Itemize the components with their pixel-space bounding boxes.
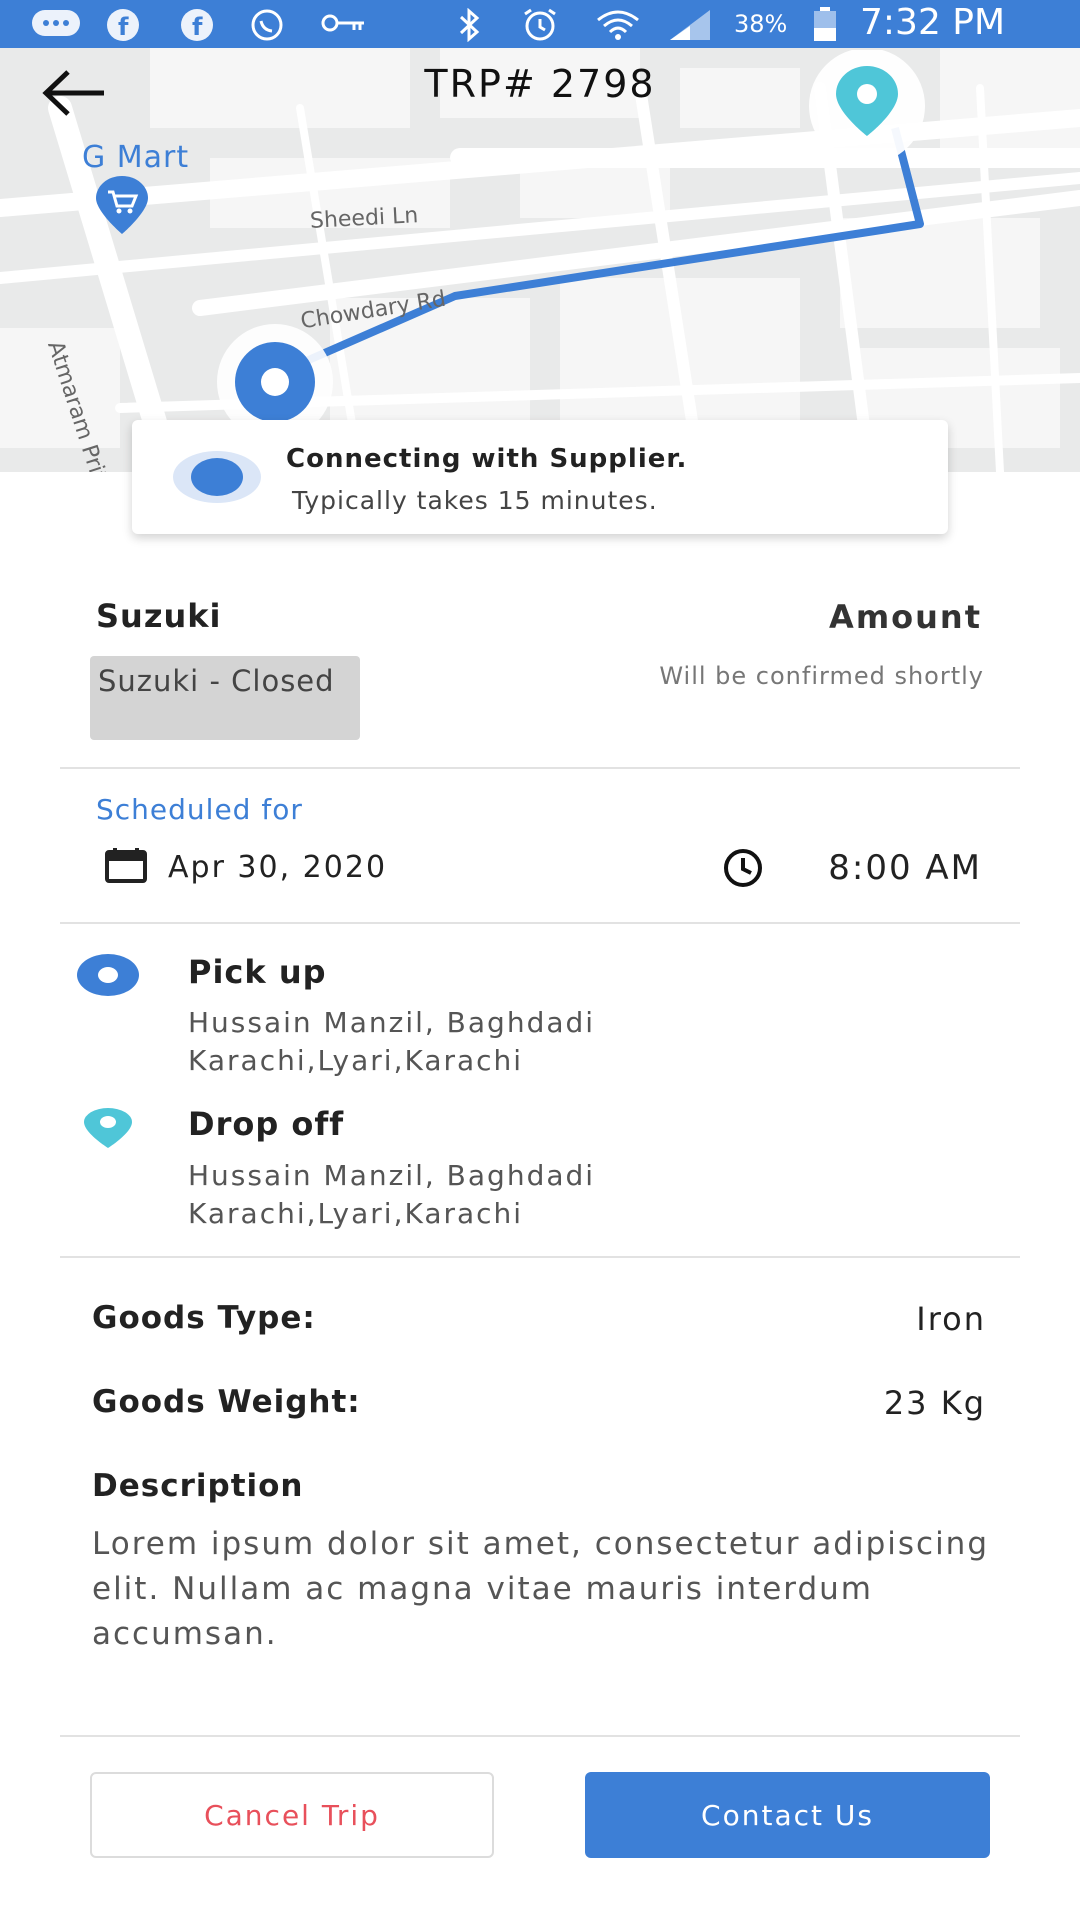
description-text: Lorem ipsum dolor sit amet, consectetur … — [92, 1526, 990, 1652]
pickup-address: Hussain Manzil, Baghdadi Karachi,Lyari,K… — [188, 1006, 596, 1077]
battery-icon — [814, 7, 836, 41]
wifi-icon — [597, 10, 639, 40]
facebook-icon: f — [181, 9, 213, 41]
cancel-trip-button[interactable]: Cancel Trip — [90, 1772, 494, 1858]
divider — [60, 922, 1020, 924]
goods-weight-label: Goods Weight: — [92, 1384, 361, 1420]
goods-type-label: Goods Type: — [92, 1300, 316, 1336]
battery-percent: 38% — [734, 10, 788, 38]
scheduled-label: Scheduled for — [96, 793, 303, 826]
scheduled-date: Apr 30, 2020 — [168, 850, 388, 885]
divider — [60, 1735, 1020, 1737]
pickup-point-icon — [77, 954, 139, 996]
facebook-icon: f — [107, 9, 139, 41]
goods-type-value: Iron — [916, 1300, 986, 1338]
status-bar: f f 38% 7:32 PM — [0, 0, 1080, 48]
connecting-card: Connecting with Supplier. Typically take… — [132, 420, 948, 534]
amount-label: Amount — [829, 598, 982, 636]
whatsapp-icon — [251, 9, 283, 41]
key-icon — [321, 14, 364, 32]
calendar-icon — [105, 848, 147, 883]
svg-text:f: f — [118, 13, 129, 41]
scheduled-time: 8:00 AM — [828, 848, 982, 888]
trip-title: TRP# 2798 — [424, 62, 656, 106]
vehicle-name: Suzuki — [96, 597, 222, 635]
clock: 7:32 PM — [860, 2, 1006, 43]
contact-us-button[interactable]: Contact Us — [585, 1772, 990, 1858]
messages-icon — [32, 10, 80, 36]
goods-weight-value: 23 Kg — [883, 1384, 986, 1422]
shopping-cart-pin-icon[interactable] — [92, 176, 152, 238]
svg-text:f: f — [192, 13, 203, 41]
amount-note: Will be confirmed shortly — [659, 662, 984, 690]
pickup-label: Pick up — [188, 953, 327, 991]
divider — [60, 767, 1020, 769]
connecting-title: Connecting with Supplier. — [286, 444, 688, 474]
description-label: Description — [92, 1468, 304, 1504]
alarm-icon — [524, 8, 556, 41]
vehicle-badge: Suzuki - Closed — [90, 656, 360, 740]
bluetooth-icon — [459, 8, 480, 42]
connecting-subtitle: Typically takes 15 minutes. — [292, 486, 658, 515]
dropoff-point-icon — [84, 1108, 132, 1148]
route-map[interactable]: Sheedi Ln Chowdary Rd Atmaram Prit — [0, 48, 1080, 472]
dropoff-label: Drop off — [188, 1105, 345, 1143]
signal-icon — [670, 10, 710, 40]
clock-icon — [724, 849, 762, 887]
dropoff-address: Hussain Manzil, Baghdadi Karachi,Lyari,K… — [188, 1159, 596, 1230]
store-label: G Mart — [82, 140, 190, 175]
connecting-indicator-icon — [173, 451, 261, 503]
divider — [60, 1256, 1020, 1258]
